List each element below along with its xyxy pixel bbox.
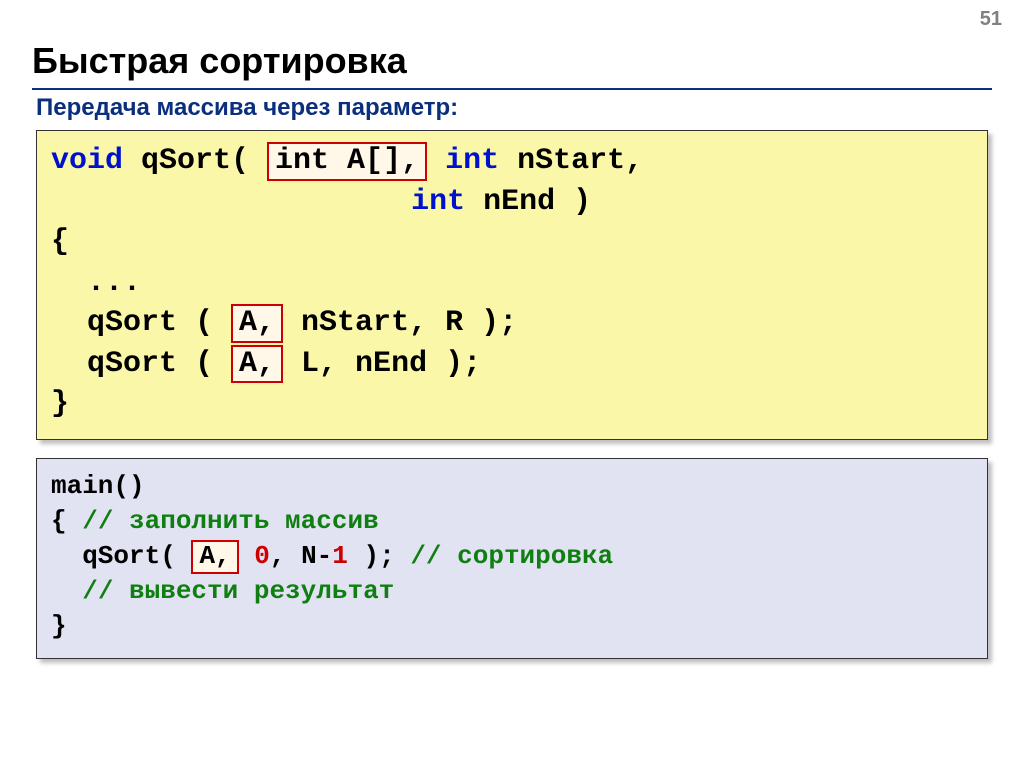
comment: // сортировка xyxy=(410,541,613,571)
code-text: main() xyxy=(51,471,145,501)
subtitle: Передача массива через параметр: xyxy=(36,94,992,122)
highlight-param-array: int A[], xyxy=(267,142,427,181)
slide: 51 Быстрая сортировка Передача массива ч… xyxy=(0,0,1024,659)
code-text: L, nEnd ); xyxy=(283,347,481,381)
code-text: qSort ( xyxy=(51,306,231,340)
code-text: nStart, R ); xyxy=(283,306,517,340)
code-text: qSort( xyxy=(123,144,267,178)
code-text: { xyxy=(51,225,69,259)
highlight-arg-a: A, xyxy=(231,304,283,343)
comment: // заполнить массив xyxy=(82,506,378,536)
code-block-usage: main() { // заполнить массив qSort( A, 0… xyxy=(36,458,988,659)
code-text: qSort ( xyxy=(51,347,231,381)
keyword-int: int xyxy=(445,144,499,178)
page-number: 51 xyxy=(980,8,1002,31)
code-text: ); xyxy=(348,541,410,571)
code-text: qSort( xyxy=(51,541,191,571)
code-text: } xyxy=(51,387,69,421)
page-title: Быстрая сортировка xyxy=(32,40,992,82)
code-text: , N- xyxy=(270,541,332,571)
code-text xyxy=(239,541,255,571)
code-text xyxy=(427,144,445,178)
code-text: { xyxy=(51,506,82,536)
code-text: } xyxy=(51,611,67,641)
code-text xyxy=(51,185,411,219)
comment: // вывести результат xyxy=(82,576,394,606)
keyword-void: void xyxy=(51,144,123,178)
number-literal: 1 xyxy=(332,541,348,571)
highlight-arg-a: A, xyxy=(231,345,283,384)
code-text: nStart, xyxy=(499,144,643,178)
number-literal: 0 xyxy=(254,541,270,571)
code-text: nEnd ) xyxy=(465,185,591,219)
keyword-int: int xyxy=(411,185,465,219)
title-divider xyxy=(32,88,992,90)
code-block-main: void qSort( int A[], int nStart, int nEn… xyxy=(36,130,988,440)
highlight-arg-a: A, xyxy=(191,540,238,574)
code-text xyxy=(51,576,82,606)
code-text: ... xyxy=(51,266,141,300)
